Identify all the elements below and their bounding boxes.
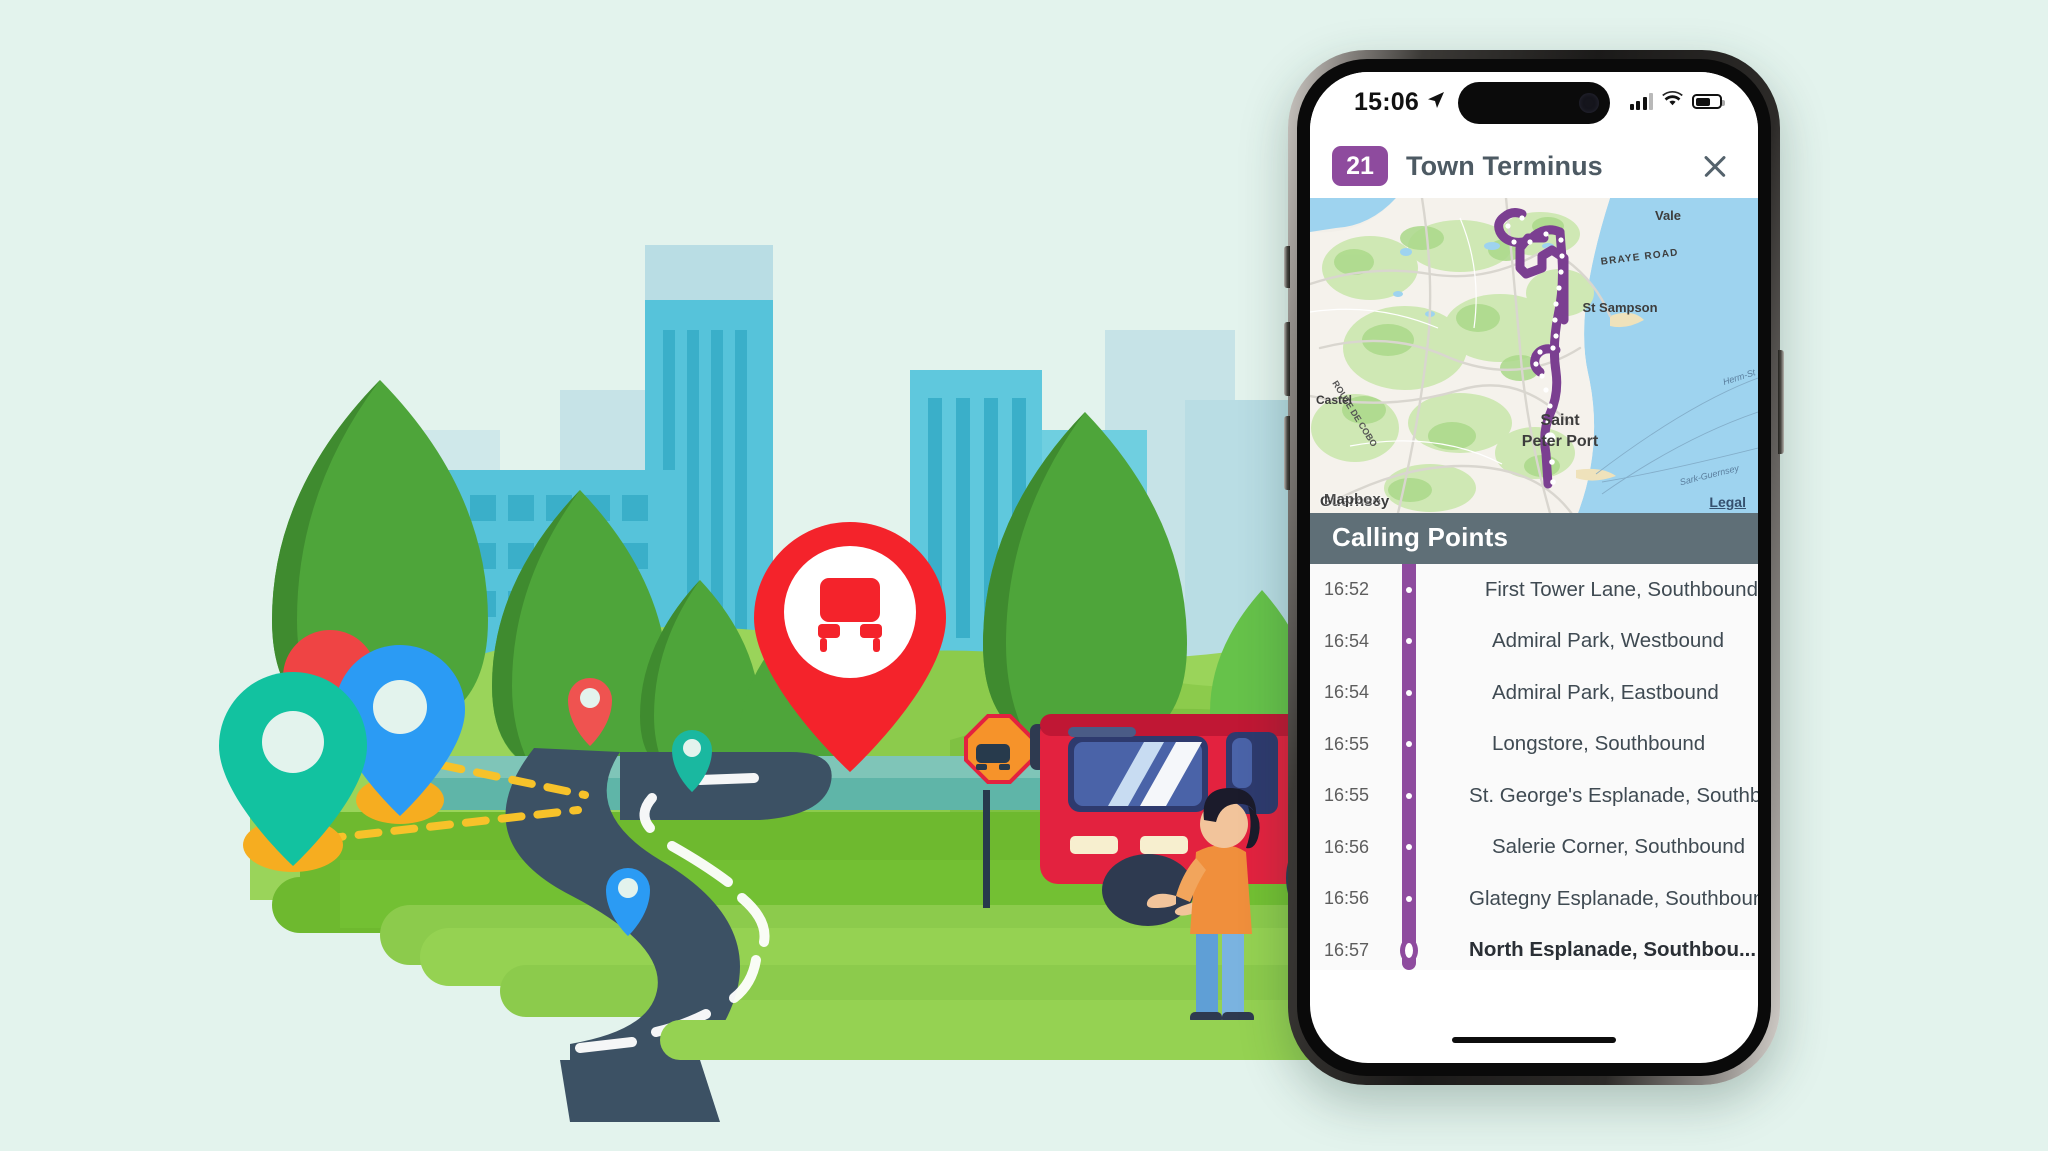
stop-name: St. George's Esplanade, Southbound xyxy=(1469,783,1758,807)
stop-name: Admiral Park, Eastbound xyxy=(1492,680,1719,704)
stop-name: North Esplanade, Southbou... xyxy=(1469,938,1757,962)
home-indicator[interactable] xyxy=(1452,1037,1616,1043)
stop-marker-selected xyxy=(1402,939,1416,961)
page-title: Town Terminus xyxy=(1406,150,1603,181)
volume-up-button[interactable] xyxy=(1284,322,1290,396)
calling-points-header: Calling Points xyxy=(1310,513,1758,564)
svg-text:St Sampson: St Sampson xyxy=(1582,300,1657,315)
list-item[interactable]: 16:54 Admiral Park, Eastbound xyxy=(1310,667,1758,719)
list-item[interactable]: 16:54 Admiral Park, Westbound xyxy=(1310,616,1758,668)
power-button[interactable] xyxy=(1778,350,1784,454)
stop-time: 16:56 xyxy=(1324,888,1370,909)
status-bar: 15:06 xyxy=(1310,72,1758,134)
map-attribution: Mapbox xyxy=(1324,491,1381,508)
city-bus-illustration xyxy=(0,0,1330,1151)
calling-points-list[interactable]: 16:52 First Tower Lane, Southbound 16:54… xyxy=(1310,564,1758,970)
status-bar-time-group: 15:06 xyxy=(1354,88,1446,117)
volume-down-button[interactable] xyxy=(1284,416,1290,490)
list-item-selected[interactable]: 16:57 North Esplanade, Southbou... Selec… xyxy=(1310,925,1758,971)
stop-time: 16:54 xyxy=(1324,630,1370,651)
stop-name: Longstore, Southbound xyxy=(1492,732,1706,756)
svg-text:Saint: Saint xyxy=(1540,412,1580,429)
stop-time: 16:55 xyxy=(1324,733,1370,754)
list-item[interactable]: 16:55 Longstore, Southbound xyxy=(1310,719,1758,771)
list-item[interactable]: 16:56 Salerie Corner, Southbound xyxy=(1310,822,1758,874)
list-item[interactable]: 16:52 First Tower Lane, Southbound xyxy=(1310,564,1758,616)
close-icon[interactable] xyxy=(1698,149,1732,183)
route-map[interactable]: Vale BRAYE ROAD St Sampson Saint Peter P… xyxy=(1310,198,1758,513)
phone-screen: 15:06 21 Town Terminus Vale BRAYE ROAD S… xyxy=(1310,72,1758,1063)
svg-text:Castel: Castel xyxy=(1316,393,1352,407)
stop-time: 16:56 xyxy=(1324,836,1370,857)
stop-marker xyxy=(1402,741,1416,748)
battery-icon xyxy=(1692,94,1725,109)
map-legal-link[interactable]: Legal xyxy=(1709,494,1746,510)
stop-marker xyxy=(1402,638,1416,645)
front-camera-icon xyxy=(1579,93,1599,113)
list-item[interactable]: 16:55 St. George's Esplanade, Southbound xyxy=(1310,770,1758,822)
mute-switch-button[interactable] xyxy=(1284,246,1290,288)
stop-marker xyxy=(1402,689,1416,696)
svg-text:Peter Port: Peter Port xyxy=(1522,433,1599,450)
route-number-badge[interactable]: 21 xyxy=(1332,146,1388,186)
stop-name: Salerie Corner, Southbound xyxy=(1492,835,1746,859)
list-item[interactable]: 16:56 Glategny Esplanade, Southbound xyxy=(1310,873,1758,925)
iphone-device: 15:06 21 Town Terminus Vale BRAYE ROAD S… xyxy=(1284,50,1784,1085)
svg-text:Vale: Vale xyxy=(1655,208,1681,223)
stop-name: Glategny Esplanade, Southbound xyxy=(1469,886,1758,910)
wifi-icon xyxy=(1662,91,1683,112)
dynamic-island xyxy=(1458,82,1610,124)
page-root: 15:06 21 Town Terminus Vale BRAYE ROAD S… xyxy=(0,0,2048,1151)
stop-time: 16:52 xyxy=(1324,579,1370,600)
stop-marker xyxy=(1402,844,1416,851)
cellular-signal-icon xyxy=(1629,93,1653,110)
stop-marker xyxy=(1402,586,1416,593)
app-header: 21 Town Terminus xyxy=(1310,134,1758,198)
stop-time: 16:54 xyxy=(1324,682,1370,703)
stop-time: 16:55 xyxy=(1324,785,1370,806)
stop-marker xyxy=(1402,895,1416,902)
location-arrow-icon xyxy=(1426,88,1446,117)
status-bar-indicators xyxy=(1629,91,1725,112)
stop-time: 16:57 xyxy=(1324,939,1370,960)
stop-marker xyxy=(1402,792,1416,799)
stop-name: First Tower Lane, Southbound xyxy=(1484,577,1758,601)
status-bar-time: 15:06 xyxy=(1354,88,1419,116)
stop-name: Admiral Park, Westbound xyxy=(1492,629,1725,653)
